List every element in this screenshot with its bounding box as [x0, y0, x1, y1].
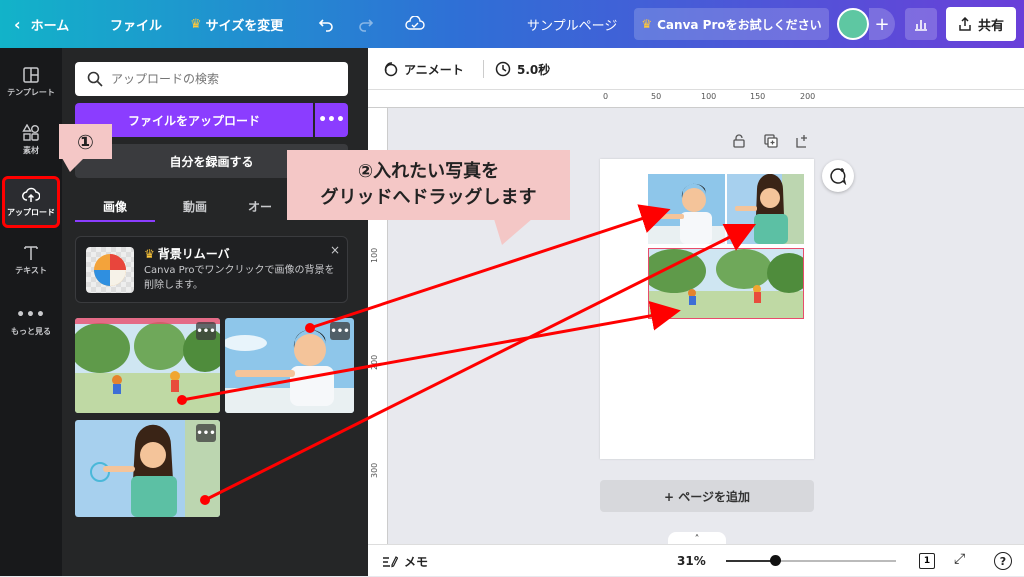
animate-label: アニメート [404, 62, 464, 77]
duration-label: 5.0秒 [517, 62, 551, 77]
avatar[interactable] [837, 8, 869, 40]
step-2-line-2: グリッドへドラッグします [320, 187, 537, 208]
ruler-tick: 100 [701, 92, 717, 101]
ruler-tick: 100 [370, 247, 379, 263]
help-button[interactable]: ? [994, 552, 1012, 570]
duplicate-page-icon[interactable] [764, 134, 778, 151]
top-bar: ‹ ホーム ファイル ♛ サイズを変更 サンプルページ ♛ Canva Proを… [0, 0, 1024, 48]
image-options-button[interactable]: ••• [330, 322, 350, 340]
notes-button[interactable]: メモ [382, 545, 428, 577]
divider [483, 60, 484, 78]
tab-videos[interactable]: 動画 [155, 190, 235, 222]
crown-icon: ♛ [144, 247, 155, 261]
image-options-button[interactable]: ••• [196, 424, 216, 442]
beach-ball-image [86, 247, 134, 293]
insights-chart-icon[interactable] [905, 8, 937, 40]
duration-button[interactable]: 5.0秒 [495, 48, 550, 90]
text-icon [24, 246, 38, 260]
ruler-tick: 200 [370, 354, 379, 370]
cloud-saved-icon[interactable] [400, 0, 430, 48]
uploaded-image-boy[interactable]: ••• [225, 318, 354, 413]
add-page-icon[interactable] [795, 134, 809, 151]
design-page[interactable] [600, 159, 814, 459]
zoom-level[interactable]: 31% [677, 545, 706, 577]
share-label: 共有 [977, 18, 1004, 34]
rail-item-uploads[interactable]: アップロード [2, 176, 60, 228]
ruler-tick: 200 [800, 92, 816, 101]
promo-title: ♛ 背景リムーバ [144, 245, 230, 262]
step-1-callout-tail [62, 158, 84, 172]
zoom-slider-thumb[interactable] [770, 555, 781, 566]
rail-label: アップロード [7, 208, 55, 217]
fullscreen-icon[interactable]: ⤢ [954, 551, 965, 567]
grid-cell-boy[interactable] [648, 174, 725, 244]
rail-label: もっと見る [11, 327, 51, 336]
tab-images[interactable]: 画像 [75, 190, 155, 222]
editor-toolbar: アニメート 5.0秒 [368, 48, 1024, 90]
share-button[interactable]: 共有 [946, 7, 1016, 41]
document-title[interactable]: サンプルページ [527, 0, 617, 48]
step-2-line-1: ②入れたい写真を [357, 161, 500, 182]
uploaded-image-park[interactable]: ••• [75, 318, 220, 413]
ruler-tick: 0 [603, 92, 609, 101]
home-label: ホーム [30, 18, 70, 34]
clock-icon [495, 61, 511, 77]
rail-item-elements[interactable]: 素材 [2, 114, 60, 166]
zoom-slider-fill [726, 560, 776, 562]
resize-label: サイズを変更 [205, 18, 284, 34]
canva-pro-trial-button[interactable]: ♛ Canva Proをお試しください [634, 8, 829, 40]
bottom-bar: メモ 31% 1 ⤢ ? [368, 544, 1024, 576]
active-tab-indicator [75, 220, 155, 222]
promo-title-text: 背景リムーバ [157, 247, 230, 261]
step-2-callout: ②入れたい写真を グリッドへドラッグします [287, 150, 570, 220]
share-upload-icon [959, 17, 971, 31]
elements-icon [22, 124, 39, 141]
image-options-button[interactable]: ••• [196, 322, 216, 340]
file-menu[interactable]: ファイル [110, 0, 162, 48]
step-1-callout: ① [59, 124, 112, 159]
ruler-top: 0 50 100 150 200 [368, 90, 1024, 108]
upload-options-button[interactable]: ••• [315, 103, 348, 137]
uploaded-image-girl[interactable]: ••• [75, 420, 220, 517]
background-remover-promo[interactable]: ♛ 背景リムーバ Canva Proでワンクリックで画像の背景を削除します。 × [75, 236, 348, 303]
rail-item-templates[interactable]: テンプレート [2, 56, 60, 108]
notes-label: メモ [404, 554, 429, 569]
search-box[interactable] [75, 62, 348, 96]
rail-label: テキスト [15, 266, 47, 275]
resize-button[interactable]: ♛ サイズを変更 [190, 0, 283, 48]
step-2-callout-tail [494, 219, 532, 245]
ruler-tick: 300 [370, 462, 379, 478]
crown-icon: ♛ [641, 17, 653, 31]
add-collaborator-icon[interactable]: + [869, 8, 895, 40]
page-count-button[interactable]: 1 [919, 553, 935, 569]
rail-item-more[interactable]: ••• もっと見る [2, 296, 60, 348]
undo-icon[interactable] [312, 0, 340, 48]
rail-item-text[interactable]: テキスト [2, 234, 60, 286]
rail-label: 素材 [23, 146, 39, 155]
search-icon [87, 71, 103, 87]
home-button[interactable]: ‹ ホーム [14, 0, 84, 48]
promo-description: Canva Proでワンクリックで画像の背景を削除します。 [144, 265, 335, 291]
crown-icon: ♛ [190, 16, 202, 32]
rail-label: テンプレート [7, 88, 55, 97]
template-icon [23, 67, 39, 83]
grid-cell-girl[interactable] [727, 174, 804, 244]
animate-button[interactable]: アニメート [382, 48, 464, 90]
pro-trial-label: Canva Proをお試しください [657, 17, 822, 32]
notes-icon [383, 556, 398, 568]
lock-icon[interactable] [733, 134, 745, 151]
add-comment-icon[interactable] [822, 160, 854, 192]
chevron-left-icon: ‹ [14, 14, 21, 34]
more-icon: ••• [16, 307, 46, 323]
animate-icon [384, 62, 398, 77]
close-icon[interactable]: × [330, 243, 340, 257]
redo-icon[interactable] [352, 0, 380, 48]
ruler-tick: 50 [651, 92, 662, 101]
grid-cell-park[interactable] [648, 248, 804, 319]
search-input[interactable] [111, 72, 331, 86]
upload-cloud-icon [22, 187, 40, 202]
ruler-tick: 150 [750, 92, 766, 101]
add-page-button[interactable]: + ページを追加 [600, 480, 814, 512]
side-rail: テンプレート 素材 アップロード テキスト ••• もっと見る [0, 48, 62, 576]
